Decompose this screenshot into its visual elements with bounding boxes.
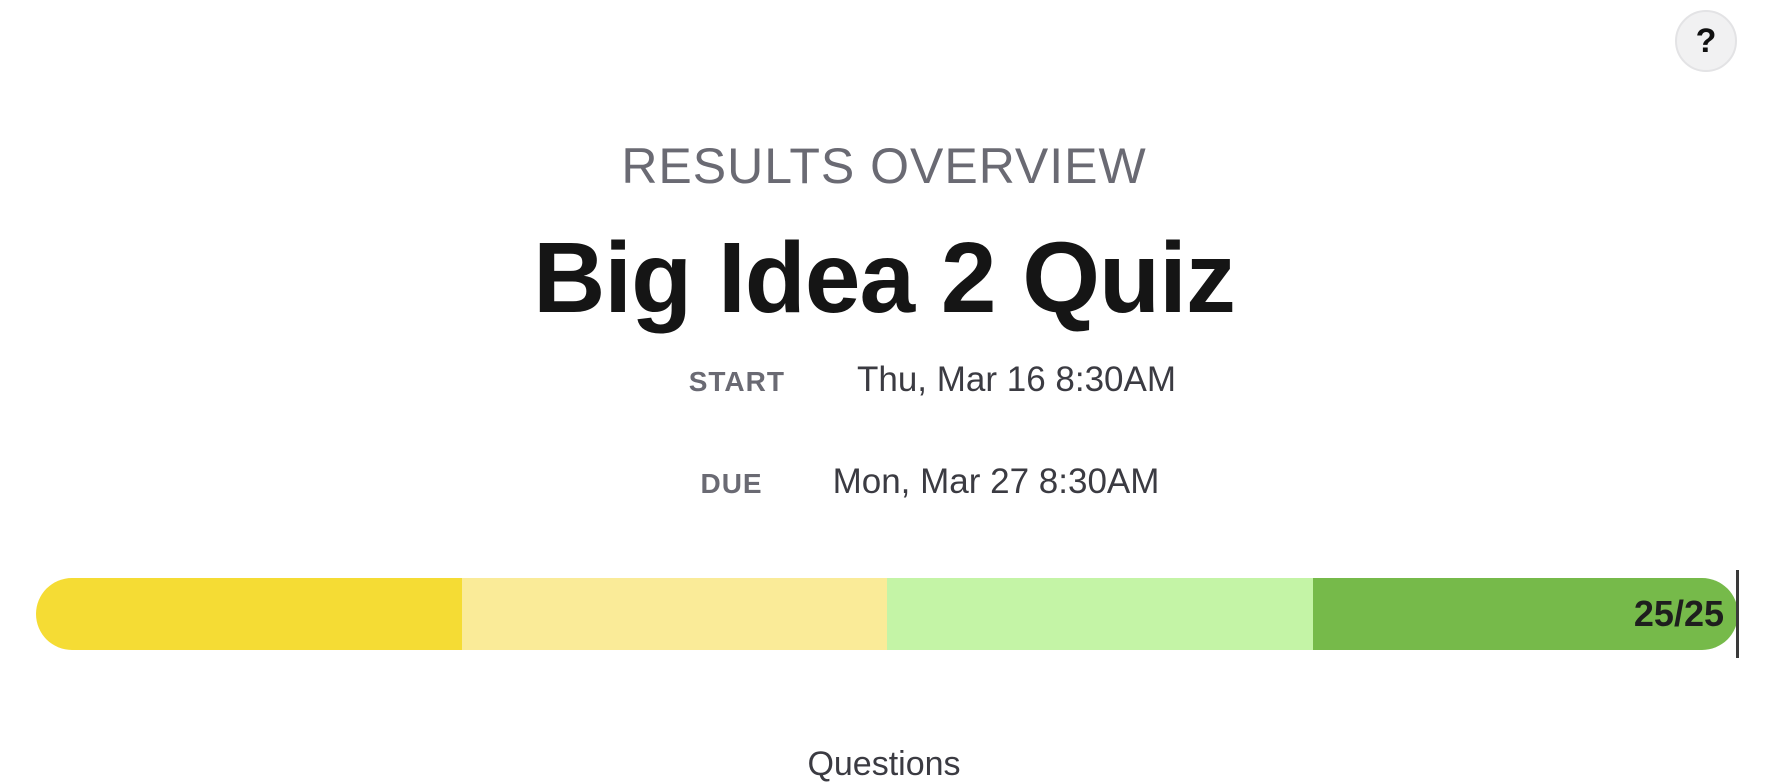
due-date-value: Mon, Mar 27 8:30AM [832,462,1160,501]
progress-segment-3 [887,578,1313,650]
progress-segment-2 [461,578,887,650]
questions-heading: Questions [807,745,961,783]
due-label: DUE [700,468,763,499]
start-label: START [688,366,785,397]
score-label: 25/25 [1633,593,1724,634]
start-date-row: START Thu, Mar 16 8:30AM [0,360,1768,400]
quiz-title: Big Idea 2 Quiz [533,222,1236,334]
help-button[interactable]: ? [1675,10,1737,72]
score-progress-bar: 25/25 [36,578,1738,650]
start-date-value: Thu, Mar 16 8:30AM [856,360,1177,399]
progress-end-marker [1736,570,1739,658]
progress-segment-1 [36,578,462,650]
results-overview-heading: RESULTS OVERVIEW [621,138,1147,194]
due-date-row: DUE Mon, Mar 27 8:30AM [0,462,1768,502]
